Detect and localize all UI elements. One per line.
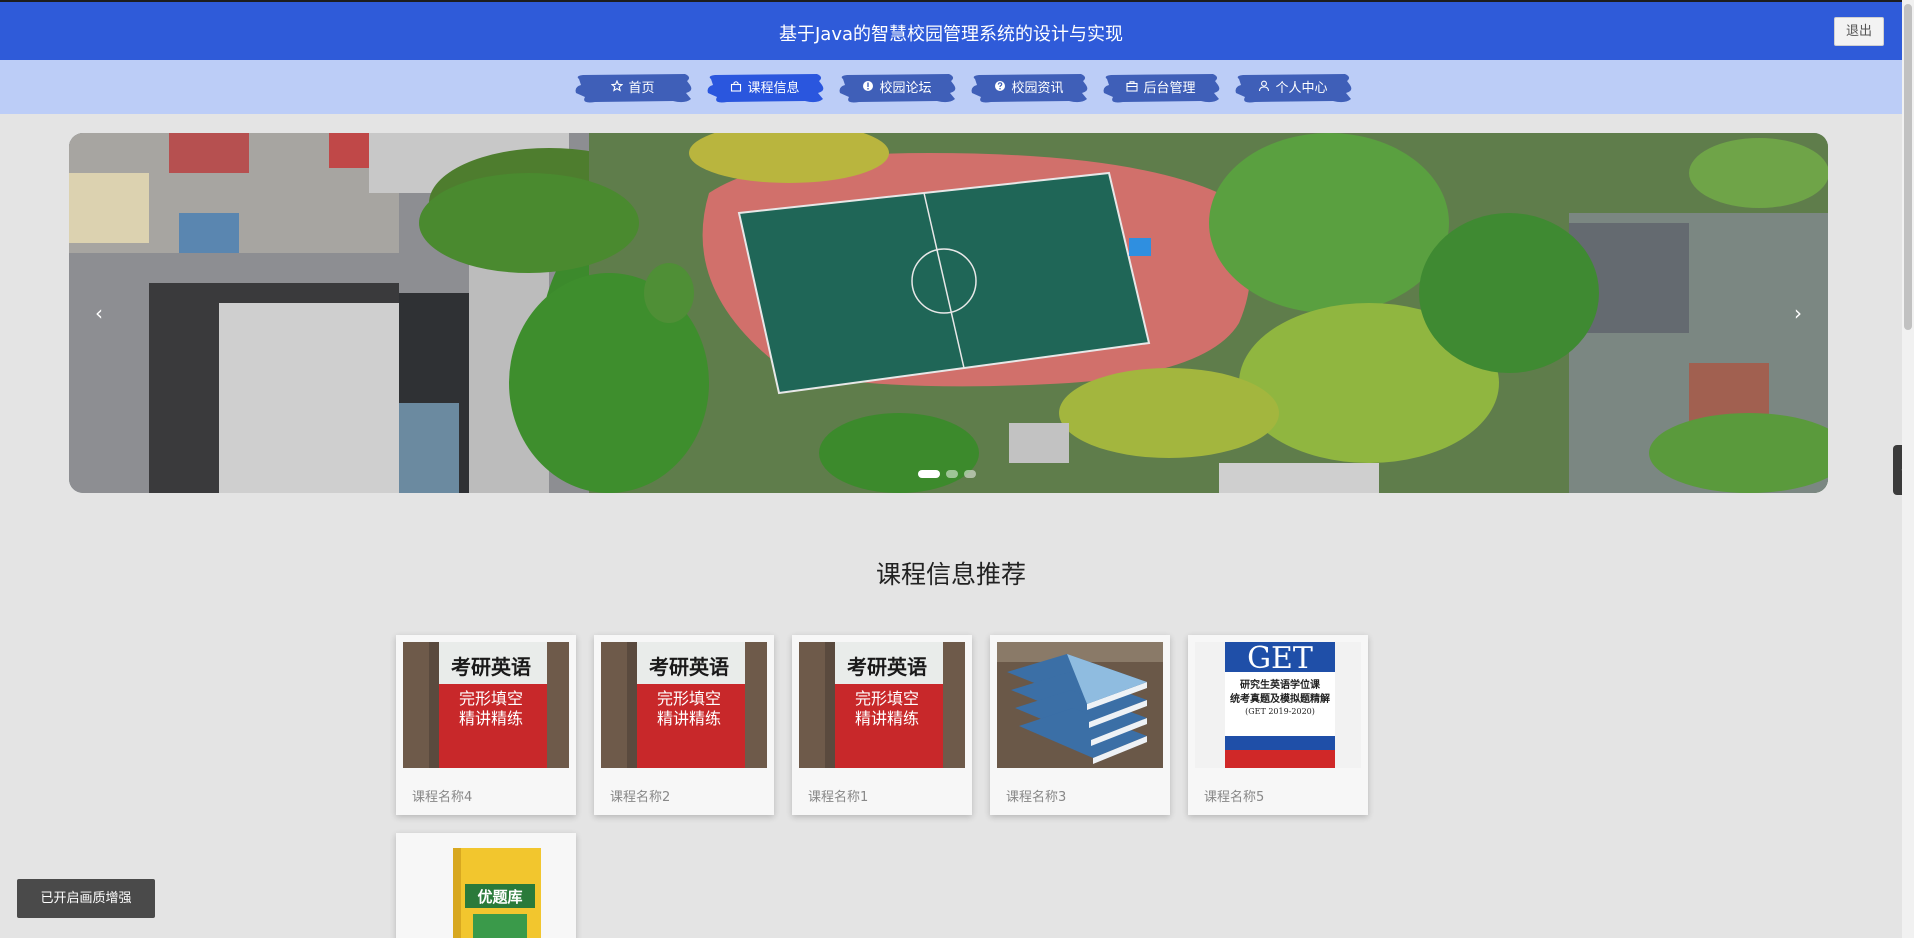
course-card[interactable]: GET 研究生英语学位课 统考真题及模拟题精解 (GET 2019-2020) …: [1188, 635, 1368, 815]
cover-subtitle: 精讲精练: [459, 709, 523, 728]
cover-line: 研究生英语学位课: [1240, 678, 1321, 691]
scrollbar-thumb[interactable]: [1904, 4, 1912, 330]
nav-item-courses[interactable]: 课程信息: [705, 71, 825, 103]
carousel-indicators: [918, 470, 976, 478]
carousel-dot[interactable]: [946, 470, 958, 478]
course-cover-image: 考研英语 完形填空 精讲精练: [601, 642, 767, 768]
course-card[interactable]: 考研英语 完形填空 精讲精练 课程名称2: [594, 635, 774, 815]
nav-item-label: 校园论坛: [879, 80, 932, 96]
briefcase-icon: [1126, 80, 1139, 92]
course-cover-image: 优题库: [403, 840, 569, 938]
page-scrollbar[interactable]: [1902, 0, 1914, 938]
course-cover-image: GET 研究生英语学位课 统考真题及模拟题精解 (GET 2019-2020): [1195, 642, 1361, 768]
cover-subtitle: 完形填空: [855, 689, 919, 708]
course-card[interactable]: 优题库: [396, 833, 576, 938]
cover-subtitle: 完形填空: [459, 689, 523, 708]
enhance-toast: 已开启画质增强: [17, 879, 155, 918]
cover-title: 考研英语: [451, 655, 531, 679]
cover-line: (GET 2019-2020): [1245, 707, 1315, 716]
course-name: 课程名称3: [1006, 790, 1067, 805]
course-name: 课程名称1: [808, 790, 869, 805]
course-card[interactable]: 课程名称3: [990, 635, 1170, 815]
nav-item-news[interactable]: 校园资讯: [969, 71, 1089, 103]
cover-subtitle: 精讲精练: [657, 709, 721, 728]
course-name: 课程名称4: [412, 790, 473, 805]
nav-item-forum[interactable]: 校园论坛: [837, 71, 957, 103]
carousel-prev-button[interactable]: ‹: [84, 298, 114, 328]
page-title: 基于Java的智慧校园管理系统的设计与实现: [778, 24, 1124, 45]
nav-item-home[interactable]: 首页: [573, 71, 693, 103]
cover-title: 优题库: [477, 888, 522, 906]
cover-title: 考研英语: [847, 655, 927, 679]
carousel-dot[interactable]: [964, 470, 976, 478]
logout-button[interactable]: 退出: [1834, 17, 1884, 46]
course-cover-image: 考研英语 完形填空 精讲精练: [403, 642, 569, 768]
user-icon: [1258, 80, 1270, 92]
cover-title: 考研英语: [649, 655, 729, 679]
course-cover-image: 考研英语 完形填空 精讲精练: [799, 642, 965, 768]
cover-line: 统考真题及模拟题精解: [1230, 692, 1330, 705]
nav-item-label: 校园资讯: [1011, 80, 1064, 96]
nav-item-label: 课程信息: [747, 80, 800, 96]
nav-item-label: 后台管理: [1143, 80, 1196, 96]
nav-item-profile[interactable]: 个人中心: [1233, 71, 1353, 103]
cover-subtitle: 完形填空: [657, 689, 721, 708]
carousel-dot[interactable]: [918, 470, 940, 478]
cover-logo: GET: [1247, 642, 1313, 676]
carousel-next-button[interactable]: ›: [1783, 298, 1813, 328]
nav-item-label: 首页: [628, 80, 655, 96]
star-icon: [611, 80, 624, 92]
nav-item-label: 个人中心: [1275, 80, 1328, 96]
course-name: 课程名称5: [1204, 790, 1265, 805]
nav-item-admin[interactable]: 后台管理: [1101, 71, 1221, 103]
main-nav: 首页 课程信息 校园论坛 校园资讯 后台管理 个人中心: [0, 60, 1902, 114]
bag-icon: [730, 80, 742, 92]
top-header: 基于Java的智慧校园管理系统的设计与实现 退出: [0, 0, 1902, 60]
course-cover-image: [997, 642, 1163, 768]
course-name: 课程名称2: [610, 790, 671, 805]
campus-aerial-photo: [69, 133, 1828, 493]
help-icon: [994, 80, 1006, 92]
info-icon: [862, 80, 874, 92]
course-card[interactable]: 考研英语 完形填空 精讲精练 课程名称4: [396, 635, 576, 815]
section-title: 课程信息推荐: [875, 560, 1026, 589]
cover-subtitle: 精讲精练: [855, 709, 919, 728]
course-card[interactable]: 考研英语 完形填空 精讲精练 课程名称1: [792, 635, 972, 815]
banner-carousel[interactable]: ‹ ›: [69, 133, 1828, 493]
